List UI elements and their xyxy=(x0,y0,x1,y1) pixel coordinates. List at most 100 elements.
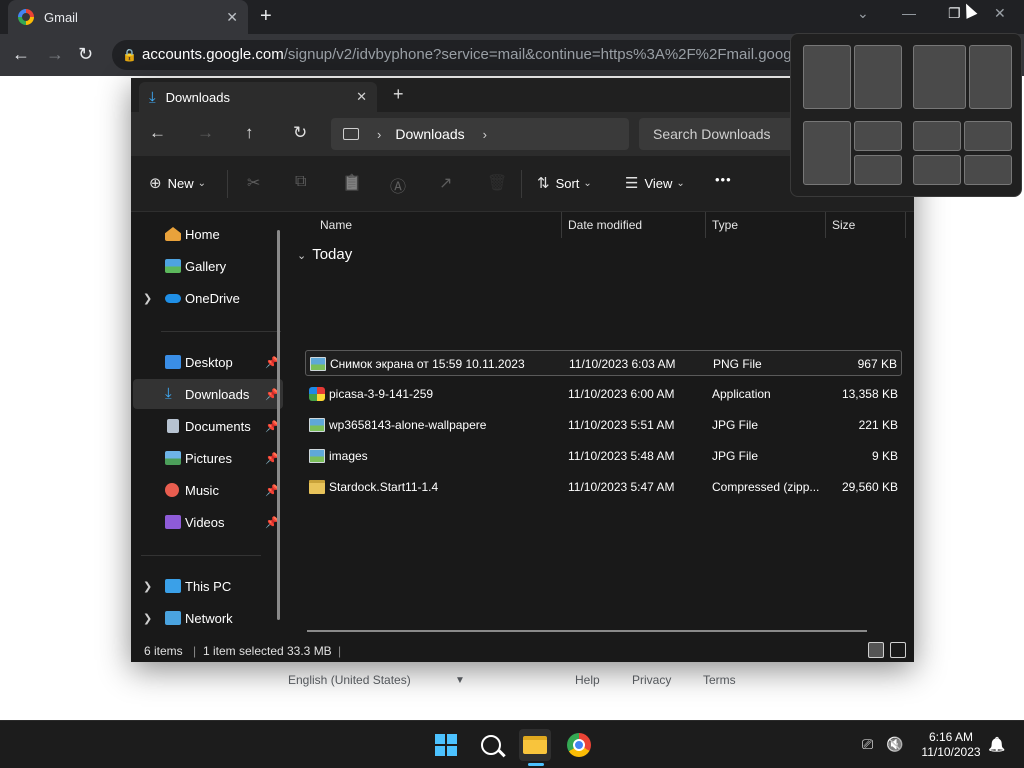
chrome-new-tab-button[interactable]: + xyxy=(260,6,272,26)
sidebar-divider xyxy=(141,555,261,556)
taskbar-chrome[interactable] xyxy=(563,729,595,761)
explorer-forward-button[interactable]: → xyxy=(197,123,214,143)
language-caret-icon[interactable]: ▼ xyxy=(455,675,465,686)
snap-zone-narrow-right[interactable] xyxy=(969,45,1012,109)
horizontal-scrollbar[interactable] xyxy=(307,630,867,632)
system-clock[interactable]: 6:16 AM 11/10/2023 xyxy=(920,730,982,760)
expand-chevron-icon[interactable]: ❯ xyxy=(143,292,152,305)
notification-bell-icon[interactable]: 🔔 xyxy=(988,736,1005,753)
address-bar[interactable]: 🔒 accounts.google.com/signup/v2/idvbypho… xyxy=(112,40,812,70)
snap-zone-half-left[interactable] xyxy=(803,45,851,109)
expand-chevron-icon[interactable]: ❯ xyxy=(143,612,152,625)
chrome-back-button[interactable]: ← xyxy=(12,43,30,65)
new-button[interactable]: ⊕ New ⌄ xyxy=(149,174,206,192)
breadcrumb-downloads[interactable]: Downloads xyxy=(395,126,464,142)
table-row[interactable]: picasa-3-9-141-259 11/10/2023 6:00 AM Ap… xyxy=(305,381,902,407)
chrome-minimize-button[interactable]: — xyxy=(902,5,916,21)
privacy-link[interactable]: Privacy xyxy=(632,673,671,687)
help-link[interactable]: Help xyxy=(575,673,600,687)
sidebar-item-desktop[interactable]: Desktop 📌 xyxy=(133,347,283,377)
sidebar-item-pictures[interactable]: Pictures 📌 xyxy=(133,443,283,473)
clock-time: 6:16 AM xyxy=(928,730,974,744)
copy-icon[interactable]: ⧉ xyxy=(295,173,306,191)
sidebar-item-home[interactable]: Home xyxy=(133,219,283,249)
cut-icon[interactable]: ✂ xyxy=(247,173,260,193)
sort-button[interactable]: ⇅ Sort ⌄ xyxy=(537,174,592,192)
share-icon[interactable]: ↗ xyxy=(439,173,452,193)
status-divider: | xyxy=(193,644,197,658)
explorer-refresh-button[interactable]: ↻ xyxy=(293,123,307,143)
details-view-icon[interactable] xyxy=(868,642,884,658)
sidebar-item-gallery[interactable]: Gallery xyxy=(133,251,283,281)
volume-muted-icon[interactable]: 🔇 xyxy=(886,736,903,753)
sidebar-item-label: Network xyxy=(185,610,233,626)
file-size: 221 KB xyxy=(858,418,898,432)
chevron-down-icon: ⌄ xyxy=(197,177,206,189)
chrome-tab-gmail[interactable]: Gmail ✕ xyxy=(8,0,248,34)
this-pc-icon[interactable] xyxy=(343,128,359,140)
snap-zone-quad-tl[interactable] xyxy=(913,121,961,151)
column-header-type[interactable]: Type xyxy=(706,212,826,238)
explorer-tab-close-icon[interactable]: ✕ xyxy=(356,89,367,105)
snap-zone-quad-br[interactable] xyxy=(964,155,1012,185)
file-date: 11/10/2023 5:51 AM xyxy=(568,418,675,432)
table-row[interactable]: images 11/10/2023 5:48 AM JPG File 9 KB xyxy=(305,443,902,469)
chevron-right-icon[interactable]: › xyxy=(377,127,381,142)
language-selector[interactable]: English (United States) xyxy=(288,673,411,687)
explorer-new-tab-button[interactable]: + xyxy=(393,84,404,105)
sidebar-scrollbar[interactable] xyxy=(277,230,280,620)
column-header-name[interactable]: Name xyxy=(314,212,562,238)
rename-icon[interactable]: Ⓐ xyxy=(390,173,406,197)
explorer-back-button[interactable]: ← xyxy=(149,123,166,143)
file-name: wp3658143-alone-wallpapere xyxy=(329,418,487,432)
taskbar-file-explorer[interactable] xyxy=(519,729,551,761)
file-type: Application xyxy=(712,387,771,401)
chevron-right-icon[interactable]: › xyxy=(483,127,487,142)
active-app-indicator xyxy=(528,763,544,766)
sidebar-item-downloads[interactable]: ⤓ Downloads 📌 xyxy=(133,379,283,409)
chrome-forward-button[interactable]: → xyxy=(46,43,64,65)
snap-zone-main-left[interactable] xyxy=(803,121,851,185)
display-icon[interactable]: ⎚ xyxy=(862,736,873,753)
tiles-view-icon[interactable] xyxy=(890,642,906,658)
explorer-tab-downloads[interactable]: ⤓ Downloads ✕ xyxy=(139,82,377,112)
lock-icon[interactable]: 🔒 xyxy=(122,40,137,70)
snap-zone-bottom-right[interactable] xyxy=(854,155,902,185)
videos-icon xyxy=(165,515,181,529)
snap-zone-half-right[interactable] xyxy=(854,45,902,109)
chrome-tab-search-icon[interactable]: ⌄ xyxy=(857,5,869,22)
sidebar-item-documents[interactable]: Documents 📌 xyxy=(133,411,283,441)
group-header-today[interactable]: ⌄ Today xyxy=(297,246,352,263)
more-options-icon[interactable]: ••• xyxy=(715,172,732,187)
chrome-maximize-button[interactable]: ❐ xyxy=(948,5,961,22)
chrome-reload-button[interactable]: ↻ xyxy=(78,43,93,65)
column-header-date[interactable]: Date modified xyxy=(562,212,706,238)
sidebar-item-videos[interactable]: Videos 📌 xyxy=(133,507,283,537)
expand-chevron-icon[interactable]: ❯ xyxy=(143,580,152,593)
view-button[interactable]: ☰ View ⌄ xyxy=(625,174,685,192)
command-separator xyxy=(227,170,228,198)
taskbar-search-button[interactable] xyxy=(475,729,507,761)
sidebar-item-this-pc[interactable]: ❯ This PC xyxy=(133,571,283,601)
delete-icon[interactable]: 🗑 xyxy=(487,173,507,193)
sidebar-item-network[interactable]: ❯ Network xyxy=(133,603,283,633)
snap-zone-wide-left[interactable] xyxy=(913,45,966,109)
table-row[interactable]: wp3658143-alone-wallpapere 11/10/2023 5:… xyxy=(305,412,902,438)
paste-icon[interactable]: 📋 xyxy=(342,173,362,193)
terms-link[interactable]: Terms xyxy=(703,673,736,687)
table-row[interactable]: Stardock.Start11-1.4 11/10/2023 5:47 AM … xyxy=(305,474,902,500)
sidebar-item-onedrive[interactable]: ❯ OneDrive xyxy=(133,283,283,313)
table-row[interactable]: Снимок экрана от 15:59 10.11.2023 11/10/… xyxy=(305,350,902,376)
start-button[interactable] xyxy=(430,729,462,761)
explorer-tab-title: Downloads xyxy=(165,89,230,105)
breadcrumb[interactable]: › Downloads › xyxy=(331,118,629,150)
snap-zone-quad-bl[interactable] xyxy=(913,155,961,185)
chrome-tab-close-icon[interactable]: ✕ xyxy=(226,9,238,26)
snap-zone-quad-tr[interactable] xyxy=(964,121,1012,151)
sidebar-item-music[interactable]: Music 📌 xyxy=(133,475,283,505)
snap-zone-top-right[interactable] xyxy=(854,121,902,151)
chrome-close-button[interactable]: ✕ xyxy=(994,5,1006,22)
chevron-down-icon: ⌄ xyxy=(676,177,685,189)
column-header-size[interactable]: Size xyxy=(826,212,906,238)
explorer-up-button[interactable]: ↑ xyxy=(245,123,254,143)
